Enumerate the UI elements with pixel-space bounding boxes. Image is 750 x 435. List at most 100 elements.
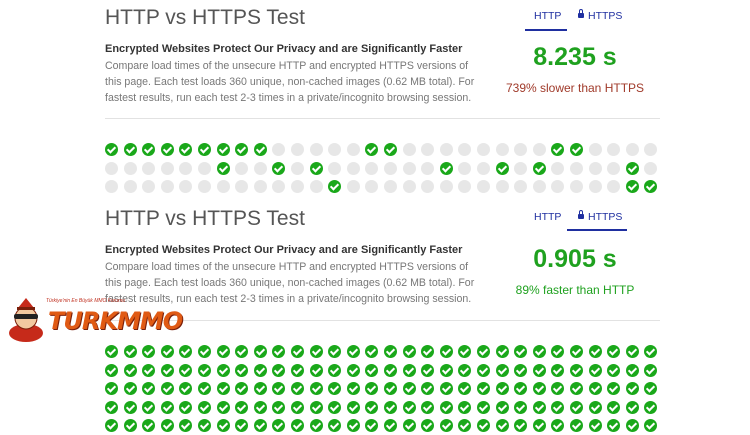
image-loaded-icon — [384, 382, 397, 396]
image-loaded-icon — [384, 419, 397, 433]
image-loaded-icon — [625, 180, 639, 194]
image-pending-dot — [625, 143, 639, 156]
image-pending-dot — [179, 180, 193, 194]
image-loaded-icon — [384, 143, 397, 156]
image-loaded-icon — [495, 161, 509, 175]
image-loaded-icon — [495, 382, 509, 396]
tab-https[interactable]: HTTPS — [578, 210, 622, 223]
image-pending-dot — [123, 180, 137, 194]
image-loaded-icon — [625, 363, 639, 377]
image-pending-dot — [402, 180, 416, 194]
image-loaded-icon — [495, 419, 509, 433]
tab-https[interactable]: HTTPS — [578, 9, 622, 22]
image-loaded-icon — [235, 345, 249, 358]
image-pending-dot — [495, 143, 509, 156]
image-loaded-icon — [198, 363, 211, 377]
image-loaded-icon — [253, 382, 267, 396]
image-loaded-icon — [421, 419, 435, 433]
tab-http[interactable]: HTTP — [534, 211, 561, 223]
image-loaded-icon — [532, 345, 546, 358]
image-pending-dot — [179, 161, 193, 175]
image-loaded-icon — [291, 419, 304, 433]
page-title: HTTP vs HTTPS Test — [105, 207, 305, 230]
image-pending-dot — [588, 161, 602, 175]
image-loaded-icon — [216, 345, 230, 358]
image-loaded-icon — [384, 363, 397, 377]
image-pending-dot — [309, 180, 323, 194]
image-loaded-icon — [625, 161, 639, 175]
image-loaded-icon — [160, 363, 174, 377]
image-loaded-icon — [309, 400, 323, 414]
image-loaded-icon — [607, 382, 621, 396]
image-pending-dot — [346, 180, 360, 194]
image-loaded-icon — [402, 400, 416, 414]
image-loaded-icon — [328, 419, 342, 433]
image-loaded-icon — [142, 382, 156, 396]
image-pending-dot — [142, 161, 156, 175]
image-loaded-icon — [142, 345, 156, 358]
image-loaded-icon — [439, 363, 453, 377]
image-loaded-icon — [514, 382, 528, 396]
image-loaded-icon — [309, 419, 323, 433]
image-pending-dot — [421, 180, 435, 194]
image-loaded-icon — [532, 363, 546, 377]
image-loaded-icon — [532, 419, 546, 433]
image-loaded-icon — [235, 382, 249, 396]
divider — [105, 320, 660, 321]
section-description: Compare load times of the unsecure HTTP … — [105, 60, 475, 104]
image-loaded-icon — [495, 400, 509, 414]
image-loaded-icon — [365, 345, 379, 358]
image-pending-dot — [105, 161, 118, 175]
load-time-result: 0.905 s — [533, 245, 617, 273]
image-loaded-icon — [458, 363, 472, 377]
image-pending-dot — [384, 180, 397, 194]
image-loaded-icon — [495, 363, 509, 377]
image-loaded-icon — [179, 363, 193, 377]
image-pending-dot — [253, 161, 267, 175]
image-loaded-icon — [253, 143, 267, 156]
image-loaded-icon — [421, 363, 435, 377]
image-loaded-icon — [309, 161, 323, 175]
image-loaded-icon — [625, 382, 639, 396]
image-pending-dot — [198, 161, 211, 175]
image-pending-dot — [402, 143, 416, 156]
image-pending-dot — [570, 180, 583, 194]
image-loaded-icon — [551, 143, 565, 156]
image-loaded-icon — [160, 400, 174, 414]
image-load-grid — [105, 345, 661, 435]
image-pending-dot — [309, 143, 323, 156]
image-pending-dot — [160, 161, 174, 175]
lock-icon — [578, 210, 584, 219]
comparison-text: 89% faster than HTTP — [515, 283, 635, 297]
image-pending-dot — [532, 180, 546, 194]
image-pending-dot — [607, 180, 621, 194]
active-tab-indicator — [525, 29, 567, 31]
image-pending-dot — [607, 143, 621, 156]
tab-http[interactable]: HTTP — [534, 10, 561, 22]
image-pending-dot — [402, 161, 416, 175]
image-loaded-icon — [123, 419, 137, 433]
image-loaded-icon — [198, 382, 211, 396]
image-pending-dot — [588, 143, 602, 156]
image-loaded-icon — [644, 382, 658, 396]
image-pending-dot — [291, 161, 304, 175]
image-loaded-icon — [328, 345, 342, 358]
image-pending-dot — [644, 161, 658, 175]
image-loaded-icon — [644, 419, 658, 433]
image-loaded-icon — [570, 363, 583, 377]
image-loaded-icon — [160, 345, 174, 358]
lock-icon — [578, 9, 584, 18]
image-loaded-icon — [123, 143, 137, 156]
image-loaded-icon — [458, 400, 472, 414]
turkmmo-logo: Türkiye'nin En Büyük MMO Forumu TURKMMO — [6, 298, 183, 346]
logo-wordmark: TURKMMO — [48, 307, 183, 335]
image-loaded-icon — [309, 345, 323, 358]
image-loaded-icon — [625, 345, 639, 358]
image-loaded-icon — [216, 363, 230, 377]
image-loaded-icon — [105, 143, 118, 156]
image-pending-dot — [291, 180, 304, 194]
image-pending-dot — [532, 143, 546, 156]
image-pending-dot — [551, 180, 565, 194]
image-loaded-icon — [235, 363, 249, 377]
image-loaded-icon — [272, 382, 286, 396]
